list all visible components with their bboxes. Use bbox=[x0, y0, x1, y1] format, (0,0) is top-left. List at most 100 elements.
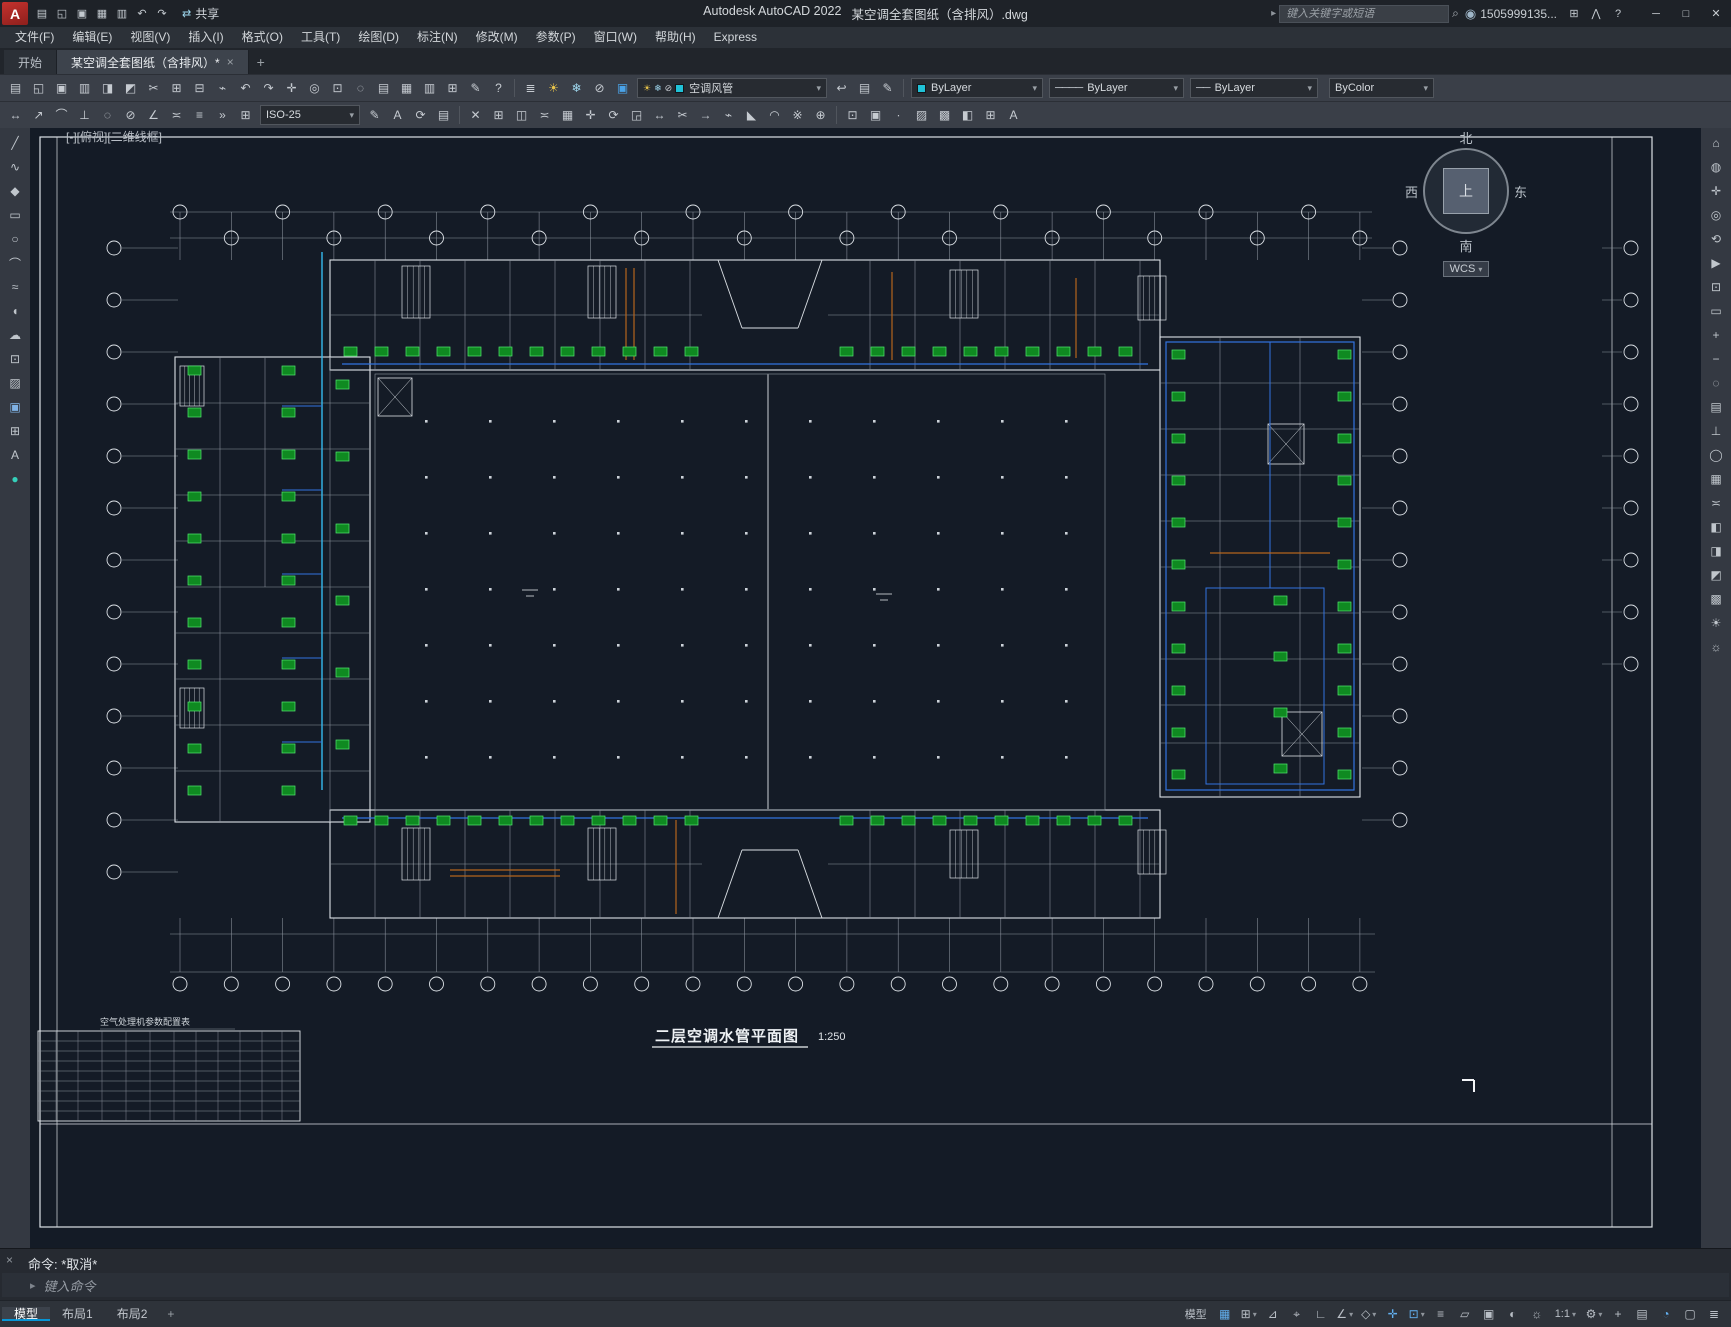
show-motion-icon[interactable]: ▶ bbox=[1704, 252, 1728, 274]
viewcube-top-face[interactable]: 上 bbox=[1443, 168, 1489, 214]
dimstyle-dropdown[interactable]: ISO-25 ▾ bbox=[260, 105, 360, 125]
erase-icon[interactable]: ✕ bbox=[464, 104, 487, 126]
qnew-icon[interactable]: ▤ bbox=[32, 4, 52, 24]
customization-icon[interactable]: ≣ bbox=[1703, 1303, 1725, 1325]
cut-icon[interactable]: ✂ bbox=[142, 77, 165, 99]
menu-item-express[interactable]: Express bbox=[705, 27, 766, 48]
tab-close-icon[interactable]: × bbox=[227, 55, 234, 69]
spline-tool-icon[interactable]: ≈ bbox=[3, 276, 27, 298]
object-snap-tracking-icon[interactable]: ✛ bbox=[1382, 1303, 1404, 1325]
selection-cycling-icon[interactable]: ▣ bbox=[1478, 1303, 1500, 1325]
menu-item-window[interactable]: 窗口(W) bbox=[585, 27, 646, 48]
extend-icon[interactable]: → bbox=[694, 104, 717, 126]
named-views-icon[interactable]: ▤ bbox=[1704, 396, 1728, 418]
account-menu[interactable]: ◉ 1505999135... bbox=[1465, 6, 1557, 22]
close-icon[interactable]: ✕ bbox=[1701, 0, 1731, 27]
insert-block-icon[interactable]: ⊡ bbox=[841, 104, 864, 126]
help-icon[interactable]: ? bbox=[487, 77, 510, 99]
dim-linear-icon[interactable]: ↔ bbox=[4, 104, 27, 126]
insert-block-icon[interactable]: ⊡ bbox=[3, 348, 27, 370]
save-icon[interactable]: ▣ bbox=[72, 4, 92, 24]
layout-tab-layout2[interactable]: 布局2 bbox=[105, 1307, 160, 1321]
tool-palettes-icon[interactable]: ▥ bbox=[418, 77, 441, 99]
ellipse-tool-icon[interactable]: ◖ bbox=[3, 300, 27, 322]
help-menu-icon[interactable]: ? bbox=[1607, 4, 1629, 24]
section-plane-icon[interactable]: ◧ bbox=[1704, 516, 1728, 538]
explode-icon[interactable]: ※ bbox=[786, 104, 809, 126]
workspace-switching-icon[interactable]: ⚙ ▾ bbox=[1583, 1303, 1605, 1325]
plotstyle-dropdown[interactable]: ByColor ▾ bbox=[1329, 78, 1434, 98]
zoom-window-icon[interactable]: ⊡ bbox=[326, 77, 349, 99]
dim-tolerance-icon[interactable]: ⊞ bbox=[234, 104, 257, 126]
arc-tool-icon[interactable]: ⌒ bbox=[3, 252, 27, 274]
dim-ordinate-icon[interactable]: ⊥ bbox=[73, 104, 96, 126]
point-style-icon[interactable]: ● bbox=[3, 468, 27, 490]
pan-icon[interactable]: ✛ bbox=[1704, 180, 1728, 202]
tab-start[interactable]: 开始 bbox=[4, 50, 58, 74]
table-tool-icon[interactable]: ⊞ bbox=[3, 420, 27, 442]
lineweight-display-icon[interactable]: ≡ bbox=[1430, 1303, 1452, 1325]
materials-icon[interactable]: ▩ bbox=[1704, 588, 1728, 610]
steering-wheel-icon[interactable]: ◍ bbox=[1704, 156, 1728, 178]
viewcube-west-label[interactable]: 西 bbox=[1405, 182, 1418, 201]
hatch-icon[interactable]: ▨ bbox=[910, 104, 933, 126]
dim-baseline-icon[interactable]: ≡ bbox=[188, 104, 211, 126]
dim-radius-icon[interactable]: ◌ bbox=[96, 104, 119, 126]
zoom-realtime-icon[interactable]: ◎ bbox=[303, 77, 326, 99]
design-center-icon[interactable]: ▦ bbox=[395, 77, 418, 99]
markup-icon[interactable]: ✎ bbox=[464, 77, 487, 99]
undo-icon[interactable]: ↶ bbox=[234, 77, 257, 99]
zoom-previous-icon[interactable]: ◌ bbox=[349, 77, 372, 99]
autocad-logo-icon[interactable]: A bbox=[2, 2, 28, 25]
grid-display-icon[interactable]: ▦ bbox=[1214, 1303, 1236, 1325]
zoom-window-icon[interactable]: ▭ bbox=[1704, 300, 1728, 322]
dim-aligned-icon[interactable]: ↗ bbox=[27, 104, 50, 126]
zoom-extents-icon[interactable]: ⊡ bbox=[1704, 276, 1728, 298]
dim-text-edit-icon[interactable]: A bbox=[386, 104, 409, 126]
menu-item-help[interactable]: 帮助(H) bbox=[646, 27, 705, 48]
paste-icon[interactable]: ⊟ bbox=[188, 77, 211, 99]
camera-icon[interactable]: ◨ bbox=[1704, 540, 1728, 562]
share-button[interactable]: ⇄ 共享 bbox=[182, 5, 219, 22]
save-as-icon[interactable]: ▦ bbox=[92, 4, 112, 24]
menu-item-parametric[interactable]: 参数(P) bbox=[527, 27, 585, 48]
minimize-icon[interactable]: ─ bbox=[1641, 0, 1671, 27]
menu-item-dimension[interactable]: 标注(N) bbox=[408, 27, 467, 48]
sun-properties-icon[interactable]: ☼ bbox=[1704, 636, 1728, 658]
pan-icon[interactable]: ✛ bbox=[280, 77, 303, 99]
nav-home-icon[interactable]: ⌂ bbox=[1704, 132, 1728, 154]
plot-icon[interactable]: ▥ bbox=[73, 77, 96, 99]
undo-icon[interactable]: ↶ bbox=[132, 4, 152, 24]
offset-icon[interactable]: ≍ bbox=[533, 104, 556, 126]
measure-icon[interactable]: ≍ bbox=[1704, 492, 1728, 514]
properties-icon[interactable]: ▤ bbox=[372, 77, 395, 99]
point-icon[interactable]: ∙ bbox=[887, 104, 910, 126]
isodraft-icon[interactable]: ◇ ▾ bbox=[1358, 1303, 1380, 1325]
drawing-canvas[interactable]: [-][俯视][二维线框] 空气处理机参数配置表 二层空调水管平面图 1:250… bbox=[30, 128, 1701, 1248]
layer-lock-icon[interactable]: ⊘ bbox=[588, 77, 611, 99]
render-icon[interactable]: ◩ bbox=[1704, 564, 1728, 586]
ortho-mode-icon[interactable]: ∟ bbox=[1310, 1303, 1332, 1325]
dim-angular-icon[interactable]: ∠ bbox=[142, 104, 165, 126]
dynamic-input-icon[interactable]: ⌖ bbox=[1286, 1303, 1308, 1325]
copy-clip-icon[interactable]: ⊞ bbox=[165, 77, 188, 99]
layer-freeze-icon[interactable]: ❄ bbox=[565, 77, 588, 99]
move-icon[interactable]: ✛ bbox=[579, 104, 602, 126]
command-line-panel[interactable]: × 命令: *取消* ▸ 键入命令 bbox=[0, 1248, 1731, 1300]
line-tool-icon[interactable]: ╱ bbox=[3, 132, 27, 154]
zoom-out-icon[interactable]: − bbox=[1704, 348, 1728, 370]
menu-item-edit[interactable]: 编辑(E) bbox=[63, 27, 121, 48]
scale-icon[interactable]: ◲ bbox=[625, 104, 648, 126]
quick-properties-icon[interactable]: ▤ bbox=[1631, 1303, 1653, 1325]
viewcube[interactable]: 北 西 上 东 南 WCS ▾ bbox=[1401, 132, 1531, 277]
layer-states-icon[interactable]: ▤ bbox=[853, 77, 876, 99]
layer-color-icon[interactable]: ▣ bbox=[611, 77, 634, 99]
break-icon[interactable]: ⌁ bbox=[717, 104, 740, 126]
menu-item-file[interactable]: 文件(F) bbox=[6, 27, 63, 48]
color-dropdown[interactable]: ByLayer ▾ bbox=[911, 78, 1043, 98]
world-ucs-icon[interactable]: ◯ bbox=[1704, 444, 1728, 466]
autodesk-apps-icon[interactable]: ⋀ bbox=[1585, 4, 1607, 24]
region-icon[interactable]: ◧ bbox=[956, 104, 979, 126]
rotate-icon[interactable]: ⟳ bbox=[602, 104, 625, 126]
layout-tab-layout1[interactable]: 布局1 bbox=[50, 1307, 105, 1321]
